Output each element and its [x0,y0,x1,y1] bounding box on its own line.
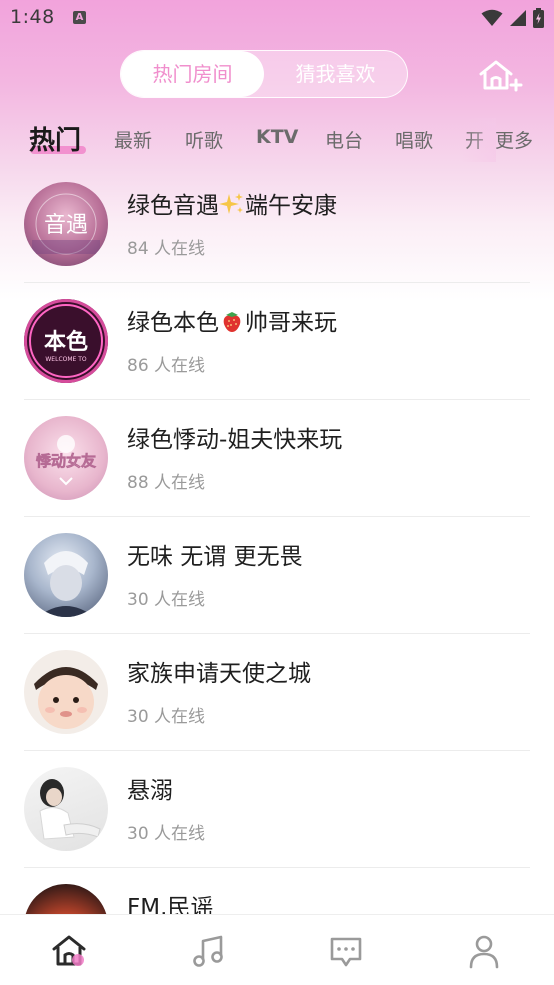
room1-avatar-text: 音遇 [44,213,88,238]
signal-icon [510,10,526,26]
category-latest[interactable]: 最新 [114,126,152,153]
room-avatar [24,767,108,851]
status-indicators [481,8,544,28]
category-tabs: 热门 最新 听歌 KTV 电台 唱歌 开 更多 [0,118,554,162]
category-sing[interactable]: 唱歌 [395,126,433,153]
online-count: 86 人在线 [127,356,206,376]
strawberry-icon [223,312,241,332]
room-row[interactable]: 悬溺 30 人在线 [0,751,554,868]
room-avatar [24,533,108,617]
status-bar: 1:48 A [0,0,554,36]
room-name: 悬溺 [127,778,173,804]
room-name-main: 绿色本色 [127,310,219,336]
room-row[interactable]: 本色 WELCOME TO 绿色本色 帅哥来玩 86 人在线 [0,283,554,400]
category-fade [462,118,496,162]
room-avatar: 本色 WELCOME TO [24,299,108,383]
create-room-icon[interactable] [478,58,524,92]
online-count: 30 人在线 [127,824,206,844]
room-name: 绿色悸动-姐夫快来玩 [127,427,343,453]
profile-icon[interactable] [466,933,502,969]
room3-avatar-text: 悸动女友 [36,452,96,470]
room-avatar [24,650,108,734]
online-count: 84 人在线 [127,239,206,259]
page: 1:48 A 热门房间 猜我喜欢 热门 最新 听歌 KTV 电台 唱歌 更多 音… [0,0,554,985]
sparkles-icon [219,193,243,214]
online-count: 30 人在线 [127,707,206,727]
bottom-navigation [0,914,554,985]
category-radio[interactable]: 电台 [325,126,363,153]
home-icon[interactable] [51,933,87,969]
room-name: 绿色本色 帅哥来玩 [127,303,337,337]
more-categories-button[interactable]: 更多 [495,126,533,153]
category-listen[interactable]: 听歌 [185,126,223,153]
notification-app-icon: A [73,11,86,24]
room-name: 无味 无谓 更无畏 [127,544,303,570]
room-avatar: 音遇 [24,182,108,266]
room-name-tail: 端午安康 [245,193,337,219]
room2-avatar-text: 本色 [44,329,88,355]
room-row[interactable]: 家族申请天使之城 30 人在线 [0,634,554,751]
category-hot[interactable]: 热门 [29,120,81,157]
room-tab-switch: 热门房间 猜我喜欢 [120,50,408,98]
tab-hot-rooms[interactable]: 热门房间 [121,51,264,97]
music-note-icon[interactable] [190,933,226,969]
room-name-main: 绿色音遇 [127,193,219,219]
room-row[interactable]: 音遇 绿色音遇 端午安康 84 人在线 [0,166,554,283]
status-time: 1:48 [10,6,55,28]
online-count: 30 人在线 [127,590,206,610]
message-icon[interactable] [328,933,364,969]
room-name: 绿色音遇 端午安康 [127,186,337,220]
room2-avatar-subtext: WELCOME TO [45,356,87,363]
battery-icon [533,8,544,28]
room-row[interactable]: 无味 无谓 更无畏 30 人在线 [0,517,554,634]
tab-guess-you-like[interactable]: 猜我喜欢 [264,51,407,97]
room-row[interactable]: 悸动女友 绿色悸动-姐夫快来玩 88 人在线 [0,400,554,517]
online-count: 88 人在线 [127,473,206,493]
room-name-tail: 帅哥来玩 [245,310,337,336]
room-avatar: 悸动女友 [24,416,108,500]
category-ktv[interactable]: KTV [256,126,298,148]
room-name: 家族申请天使之城 [127,661,311,687]
wifi-icon [481,9,503,26]
